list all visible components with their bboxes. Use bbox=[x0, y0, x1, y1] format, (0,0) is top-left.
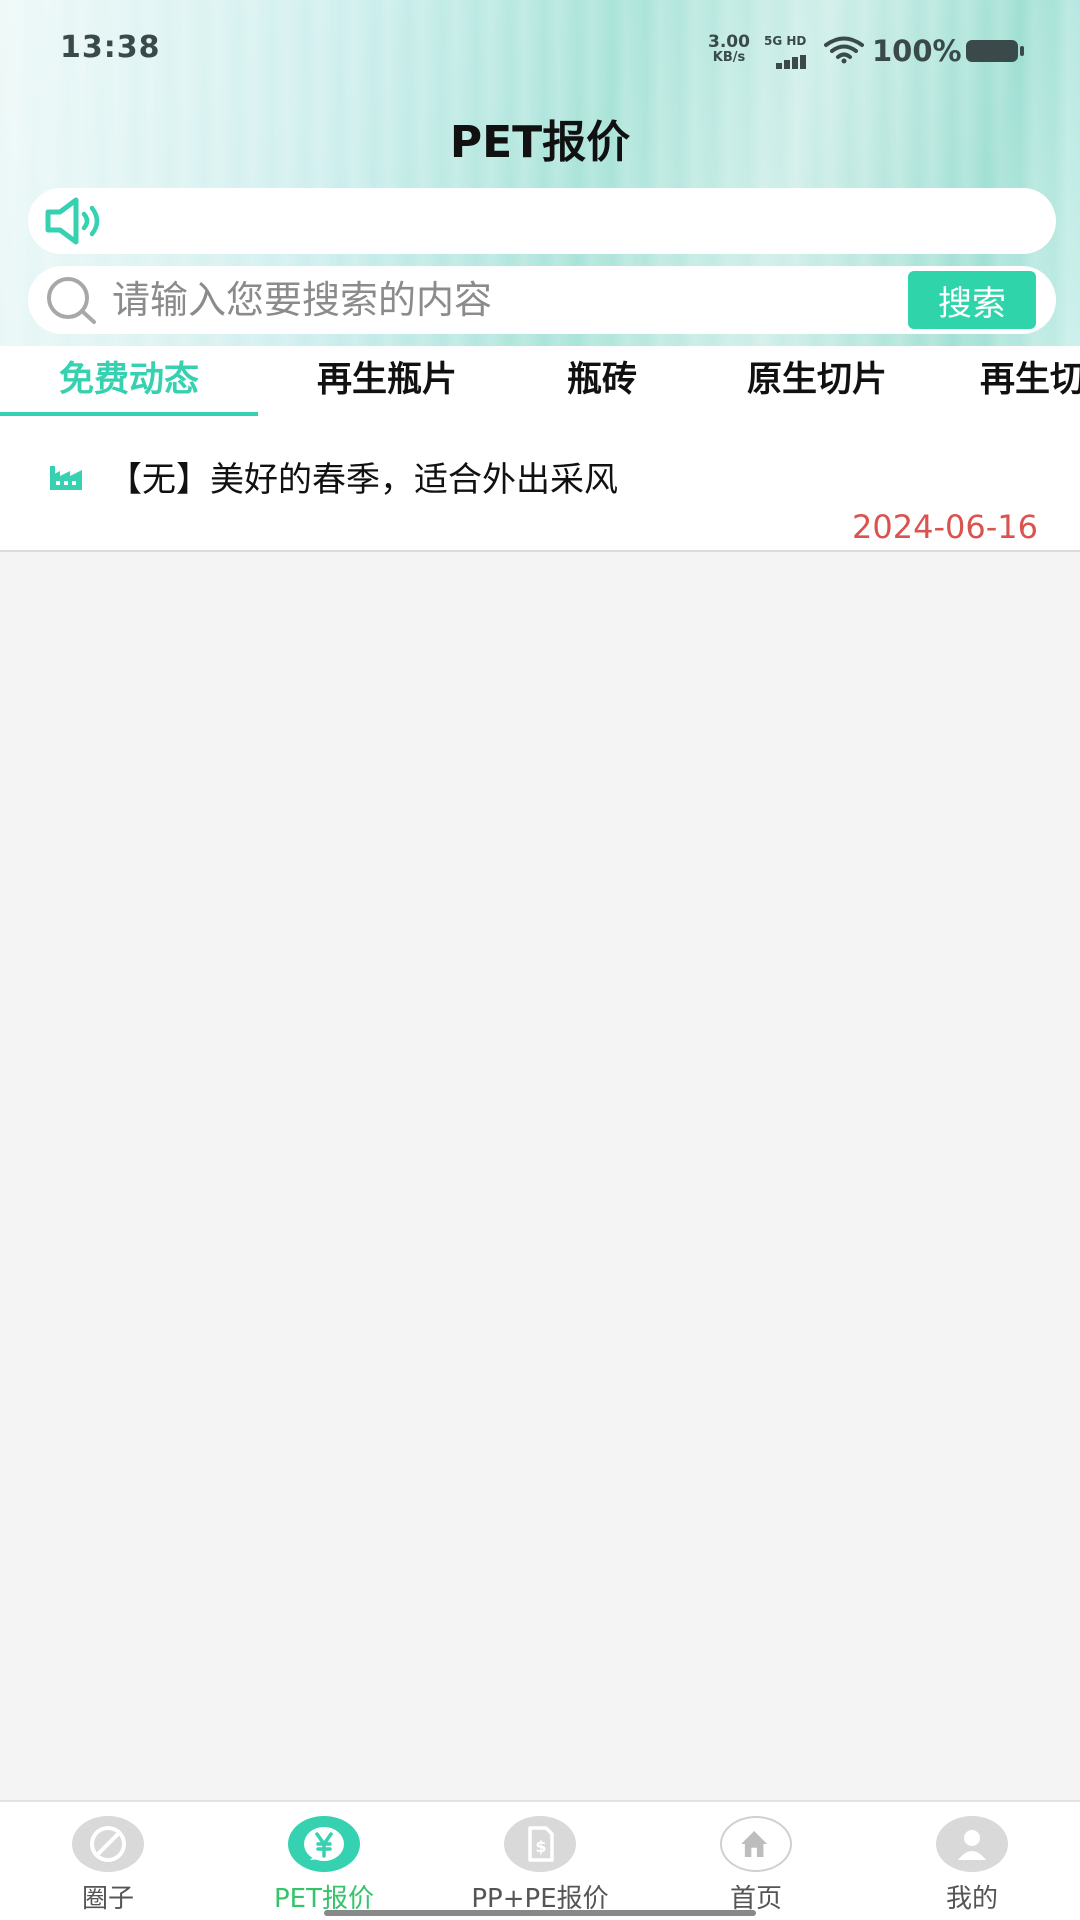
nav-item-mine[interactable]: 我的 bbox=[864, 1802, 1080, 1920]
list-item[interactable]: 【无】美好的春季，适合外出采风 2024-06-16 bbox=[0, 416, 1080, 552]
battery-icon bbox=[966, 40, 1024, 62]
signal-icon: 5G HD bbox=[764, 34, 812, 69]
news-title: 【无】美好的春季，适合外出采风 bbox=[108, 460, 618, 500]
status-bar: 13:38 3.00 KB/s 5G HD 100% bbox=[0, 0, 1080, 100]
home-icon bbox=[720, 1816, 792, 1872]
factory-icon bbox=[50, 466, 82, 490]
tab-free-updates[interactable]: 免费动态 bbox=[0, 346, 258, 416]
battery-percent: 100% bbox=[872, 34, 962, 68]
home-indicator bbox=[324, 1910, 756, 1916]
circle-icon bbox=[72, 1816, 144, 1872]
signal-label: 5G HD bbox=[764, 34, 807, 48]
tab-bottle-bricks[interactable]: 瓶砖 bbox=[516, 346, 688, 416]
bottom-nav: 圈子 PET报价 $ PP+PE报价 首页 我的 bbox=[0, 1800, 1080, 1920]
net-speed: 3.00 KB/s bbox=[702, 34, 756, 66]
category-tabs: 免费动态 再生瓶片 瓶砖 原生切片 再生切 bbox=[0, 346, 1080, 416]
nav-item-pet-price[interactable]: PET报价 bbox=[216, 1802, 432, 1920]
notice-bar[interactable] bbox=[28, 188, 1056, 254]
page-title: PET报价 bbox=[449, 117, 631, 168]
nav-item-pp-pe-price[interactable]: $ PP+PE报价 bbox=[432, 1802, 648, 1920]
price-doc-icon: $ bbox=[504, 1816, 576, 1872]
nav-label: 圈子 bbox=[81, 1884, 134, 1914]
yen-icon bbox=[288, 1816, 360, 1872]
speaker-icon bbox=[45, 197, 100, 245]
tab-recycled-flakes[interactable]: 再生瓶片 bbox=[258, 346, 516, 416]
svg-text:$: $ bbox=[535, 1837, 546, 1856]
search-icon bbox=[47, 277, 96, 324]
wifi-icon bbox=[824, 36, 864, 64]
header-background: 13:38 3.00 KB/s 5G HD 100% PET报价 请输入您要搜索… bbox=[0, 0, 1080, 346]
net-speed-unit: KB/s bbox=[712, 50, 746, 65]
news-date: 2024-06-16 bbox=[852, 508, 1038, 546]
search-button[interactable]: 搜索 bbox=[908, 271, 1036, 329]
search-bar: 搜索 bbox=[28, 266, 1056, 334]
tab-virgin-chips[interactable]: 原生切片 bbox=[688, 346, 946, 416]
tab-recycled-chips[interactable]: 再生切 bbox=[980, 346, 1080, 416]
nav-item-circle[interactable]: 圈子 bbox=[0, 1802, 216, 1920]
search-input[interactable] bbox=[112, 270, 912, 330]
nav-label: 我的 bbox=[945, 1884, 998, 1914]
status-time: 13:38 bbox=[60, 30, 161, 65]
news-list: 【无】美好的春季，适合外出采风 2024-06-16 bbox=[0, 416, 1080, 552]
user-icon bbox=[936, 1816, 1008, 1872]
net-speed-value: 3.00 bbox=[708, 32, 750, 52]
nav-item-home[interactable]: 首页 bbox=[648, 1802, 864, 1920]
